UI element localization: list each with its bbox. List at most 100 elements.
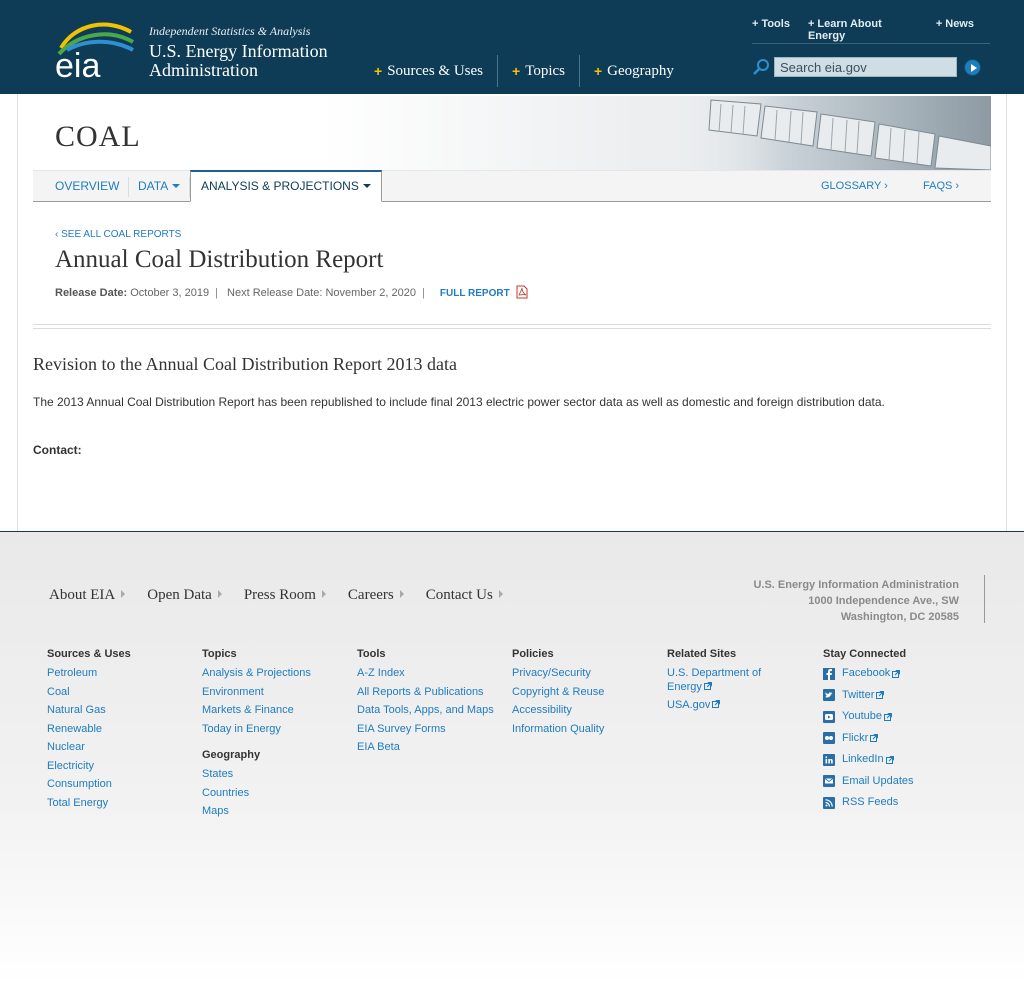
footer-link[interactable]: Nuclear [47,741,197,755]
svg-text:eia: eia [55,47,100,80]
flickr-link[interactable]: Flickr [823,732,983,746]
search-icon [753,59,769,75]
site-header: eia Independent Statistics & Analysis U.… [0,0,1024,94]
divider [984,575,985,623]
plus-icon: + [752,18,759,30]
next-release-date: Next Release Date: November 2, 2020 [227,287,416,299]
footer-link[interactable]: Renewable [47,723,197,737]
footer-link[interactable]: USA.gov [667,699,777,713]
footer-heading: Tools [357,648,386,660]
plus-icon: + [807,18,815,30]
external-link-icon [870,734,879,743]
pdf-icon [516,285,527,299]
full-report-link[interactable]: FULL REPORT [440,285,528,299]
tab-analysis-projections[interactable]: ANALYSIS & PROJECTIONS [190,170,382,202]
footer-link[interactable]: Natural Gas [47,704,197,718]
footer-link[interactable]: Today in Energy [202,723,352,737]
search-submit-button[interactable] [964,59,981,76]
facebook-icon [823,667,835,680]
footer-link[interactable]: U.S. Department of Energy [667,667,777,694]
external-link-icon [712,700,721,708]
tab-overview[interactable]: OVERVIEW [45,171,129,201]
footer-link[interactable]: Consumption [47,778,197,792]
footer-link[interactable]: Environment [202,686,352,700]
agency-name[interactable]: U.S. Energy Information Administration [149,42,359,80]
footer-col-policies: Policies Privacy/Security Copyright & Re… [512,648,662,741]
release-date-label: Release Date: [55,287,128,299]
rss-icon [823,796,835,809]
footer-link-contact[interactable]: Contact Us [426,587,503,604]
footer-col-sources: Sources & Uses Petroleum Coal Natural Ga… [47,648,197,815]
external-link-icon [876,691,885,700]
divider [33,324,991,325]
youtube-link[interactable]: Youtube [823,710,983,724]
glossary-link[interactable]: GLOSSARY › [811,171,898,201]
site-tagline: Independent Statistics & Analysis [149,24,311,38]
divider: | [421,287,425,299]
youtube-icon [823,710,835,723]
footer-link[interactable]: States [202,768,352,782]
footer-link-about[interactable]: About EIA [49,587,126,604]
footer-link[interactable]: Copyright & Reuse [512,686,662,700]
coal-banner: COAL [33,96,991,170]
nav-topics[interactable]: + Topics [498,55,580,87]
see-all-reports-link[interactable]: ‹ SEE ALL COAL REPORTS [55,229,181,240]
external-link-icon [883,712,892,721]
footer-link[interactable]: Markets & Finance [202,704,352,718]
linkedin-icon [823,753,835,766]
footer-link[interactable]: Coal [47,686,197,700]
footer-link[interactable]: Petroleum [47,667,197,681]
footer-link[interactable]: Total Energy [47,797,197,811]
footer-link[interactable]: Accessibility [512,704,662,718]
footer-link-press-room[interactable]: Press Room [244,587,326,604]
twitter-icon [823,689,835,702]
search-bar [752,56,990,78]
nav-sources-uses[interactable]: + Sources & Uses [360,55,499,87]
footer-link[interactable]: A-Z Index [357,667,507,681]
email-updates-link[interactable]: Email Updates [823,775,983,789]
faqs-link[interactable]: FAQS › [913,171,969,201]
footer-heading: Related Sites [667,648,737,660]
footer-link-careers[interactable]: Careers [348,587,404,604]
page-title: Annual Coal Distribution Report [55,246,384,273]
external-link-icon [703,681,712,690]
linkedin-link[interactable]: LinkedIn [823,753,983,767]
coal-train-image [651,96,991,170]
footer-link[interactable]: Information Quality [512,723,662,737]
footer-link[interactable]: All Reports & Publications [357,686,507,700]
revision-text: The 2013 Annual Coal Distribution Report… [33,395,885,409]
twitter-link[interactable]: Twitter [823,689,983,703]
chevron-right-icon [217,590,222,598]
footer-link[interactable]: Countries [202,787,352,801]
chevron-right-icon [321,590,326,598]
chevron-down-icon [172,184,181,188]
chevron-down-icon [362,184,371,188]
footer-col-tools: Tools A-Z Index All Reports & Publicatio… [357,648,507,760]
plus-icon: + [593,63,603,79]
divider [33,328,991,329]
footer-link[interactable]: Maps [202,805,352,819]
footer-link[interactable]: EIA Beta [357,741,507,755]
facebook-link[interactable]: Facebook [823,667,983,681]
chevron-right-icon [399,590,404,598]
footer-link[interactable]: Data Tools, Apps, and Maps [357,704,507,718]
news-link[interactable]: + News [936,18,974,43]
divider: | [215,287,218,299]
learn-about-energy-link[interactable]: + Learn About Energy [808,18,918,43]
tools-link[interactable]: + Tools [752,18,790,43]
footer-col-topics: Topics Analysis & Projections Environmen… [202,648,352,824]
footer-heading: Geography [202,749,261,761]
footer-nav: About EIA Open Data Press Room Careers C… [49,587,503,604]
footer-heading: Sources & Uses [47,648,131,660]
footer-link[interactable]: Privacy/Security [512,667,662,681]
footer-link[interactable]: EIA Survey Forms [357,723,507,737]
footer-link-open-data[interactable]: Open Data [147,587,222,604]
footer-link[interactable]: Electricity [47,760,197,774]
eia-logo[interactable]: eia [55,20,135,80]
nav-geography[interactable]: + Geography [580,55,688,87]
tab-data[interactable]: DATA [128,171,190,201]
rss-feeds-link[interactable]: RSS Feeds [823,796,983,810]
footer-link[interactable]: Analysis & Projections [202,667,352,681]
search-input[interactable] [774,57,957,77]
revision-heading: Revision to the Annual Coal Distribution… [33,354,457,374]
